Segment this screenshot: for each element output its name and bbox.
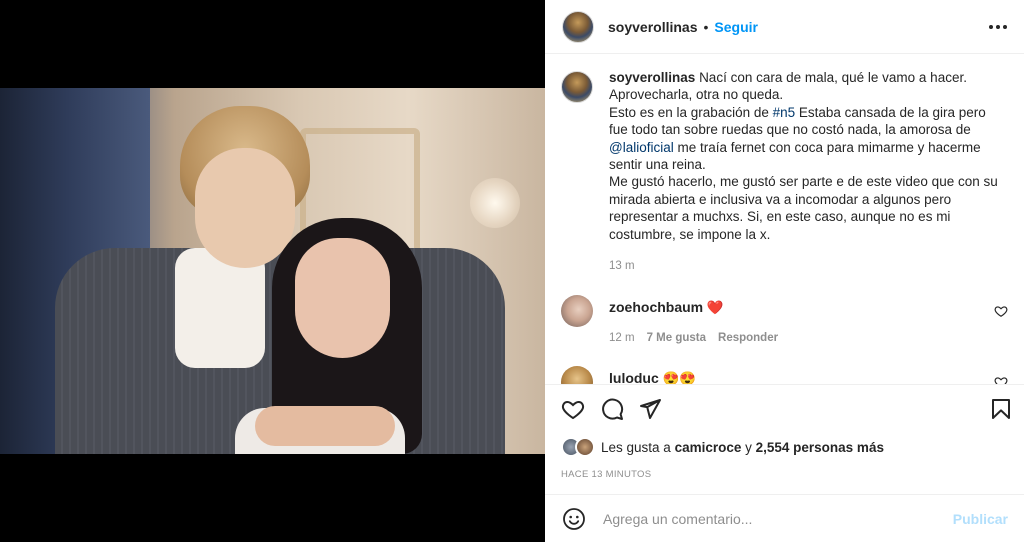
post-photo[interactable]	[0, 88, 545, 454]
commenter-username[interactable]: zoehochbaum	[609, 299, 703, 315]
likes-prefix: Les gusta a	[601, 439, 675, 455]
liker-avatar[interactable]	[575, 437, 595, 457]
comments-scroll-area[interactable]: soyverollinas Nací con cara de mala, qué…	[545, 55, 1024, 385]
more-options-icon[interactable]	[986, 17, 1010, 37]
commenter-avatar[interactable]	[561, 295, 593, 327]
likes-summary: Les gusta a camicroce y 2,554 personas m…	[561, 437, 884, 457]
mention-link[interactable]: @lalioficial	[609, 140, 674, 155]
hashtag-link[interactable]: #n5	[773, 105, 796, 120]
likes-middle: y	[741, 439, 756, 455]
comment-meta: 12 m 7 Me gusta Responder	[609, 332, 778, 344]
comment-like-heart-icon[interactable]	[994, 304, 1008, 318]
emoji-icon[interactable]	[561, 506, 587, 532]
post-media[interactable]	[0, 0, 545, 542]
heart-icon[interactable]	[560, 396, 586, 422]
comment-text: ❤️	[706, 300, 724, 315]
caption-line-2: Aprovecharla, otra no queda.	[609, 87, 784, 103]
author-username[interactable]: soyverollinas	[608, 19, 698, 35]
caption-timestamp[interactable]: 13 m	[609, 260, 635, 272]
post-timestamp[interactable]: HACE 13 MINUTOS	[561, 469, 651, 480]
follow-button[interactable]: Seguir	[714, 19, 758, 35]
caption-line-1: Nací con cara de mala, qué le vamo a hac…	[699, 70, 967, 85]
author-avatar[interactable]	[562, 10, 594, 43]
commenter-avatar[interactable]	[561, 366, 593, 384]
caption-para-3: Me gustó hacerlo, me gustó ser parte e d…	[609, 174, 998, 242]
photo-face-1	[195, 148, 295, 268]
post-side-panel: soyverollinas • Seguir soyverollinas Nac…	[545, 0, 1024, 542]
post-header: soyverollinas • Seguir	[545, 0, 1024, 54]
photo-hands	[255, 406, 395, 446]
share-icon[interactable]	[637, 396, 663, 422]
liker-username[interactable]: camicroce	[675, 440, 742, 455]
separator-dot: •	[703, 18, 709, 35]
caption-para2-a: Esto es en la grabación de	[609, 104, 773, 120]
post-caption: soyverollinas Nací con cara de mala, qué…	[561, 69, 1001, 243]
comment-item: zoehochbaum ❤️ 12 m 7 Me gusta Responder	[561, 295, 1008, 344]
photo-lamp	[470, 178, 520, 228]
photo-face-2	[295, 238, 390, 358]
comment-like-heart-icon[interactable]	[994, 375, 1008, 384]
comment-text: 😍😍	[662, 371, 697, 385]
caption-username[interactable]: soyverollinas	[609, 70, 695, 85]
comment-item: luloduc 😍😍	[561, 366, 1008, 385]
comment-time[interactable]: 12 m	[609, 332, 635, 344]
comment-input[interactable]	[603, 510, 953, 527]
bookmark-icon[interactable]	[988, 396, 1014, 422]
add-comment-bar: Publicar	[545, 494, 1024, 542]
caption-author-avatar[interactable]	[561, 71, 593, 103]
publish-button[interactable]: Publicar	[953, 511, 1008, 527]
comment-likes[interactable]: 7 Me gusta	[647, 332, 706, 344]
likes-text: Les gusta a camicroce y 2,554 personas m…	[601, 440, 884, 455]
reply-button[interactable]: Responder	[718, 332, 778, 344]
commenter-username[interactable]: luloduc	[609, 370, 659, 384]
post-actions	[545, 396, 1024, 426]
comment-icon[interactable]	[599, 396, 625, 422]
caption-text: soyverollinas Nací con cara de mala, qué…	[609, 69, 999, 243]
likes-count[interactable]: 2,554 personas más	[756, 440, 884, 455]
